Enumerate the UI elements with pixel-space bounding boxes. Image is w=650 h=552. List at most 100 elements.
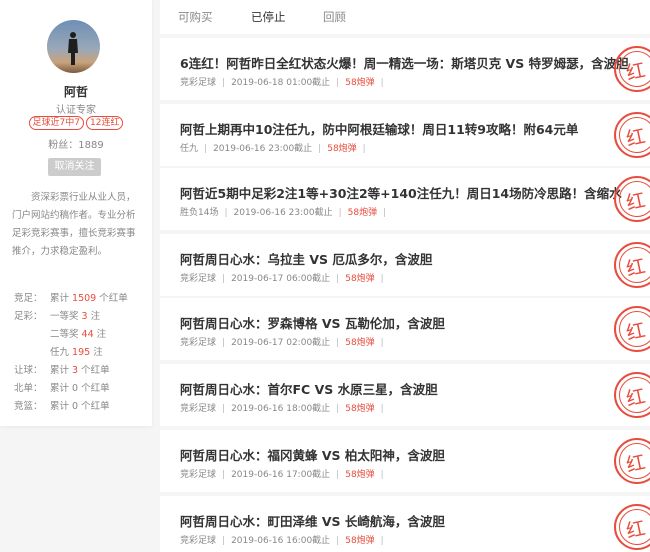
badge-recent-record: 足球近7中7: [28, 116, 84, 130]
stat-value: 累计 0 个红单: [50, 401, 110, 412]
meta-separator: |: [222, 470, 226, 480]
article-category: 竞彩足球: [180, 274, 217, 284]
stat-row-rangqiu: 让球： 累计 3 个红单: [14, 362, 144, 380]
article-tabs: 可购买 已停止 回顾: [160, 0, 650, 34]
stat-row-zucai: 足彩： 一等奖 3 注: [14, 308, 144, 326]
article-card[interactable]: 阿哲上期再中10注任九，防中阿根廷输球！周日11转9攻略！附64元单任九 | 201…: [160, 104, 650, 166]
article-deadline: 2019-06-16 17:00截止: [231, 470, 331, 480]
article-deadline: 2019-06-16 18:00截止: [231, 404, 331, 414]
meta-separator: |: [222, 404, 226, 414]
article-category: 胜负14场: [180, 208, 219, 218]
meta-separator: |: [204, 144, 208, 154]
article-meta: 竞彩足球 | 2019-06-17 06:00截止 | 58炮弹 |: [180, 271, 390, 284]
article-deadline: 2019-06-18 01:00截止: [231, 78, 331, 88]
article-title[interactable]: 阿哲上期再中10注任九，防中阿根廷输球！周日11转9攻略！附64元单: [180, 119, 578, 138]
article-title[interactable]: 阿哲周日心水：首尔FC VS 水原三星，含波胆: [180, 379, 438, 398]
stat-value: 累计 0 个红单: [50, 383, 110, 394]
meta-separator: |: [380, 404, 384, 414]
stat-suffix: 注: [93, 347, 103, 358]
page: 阿哲 认证专家 足球近7中7 12连红 粉丝：1889 取消关注 资深彩票行业从…: [0, 0, 650, 552]
article-category: 竞彩足球: [180, 338, 217, 348]
unfollow-button[interactable]: 取消关注: [48, 158, 101, 176]
article-price: 58炮弹: [345, 338, 375, 348]
article-card[interactable]: 阿哲近5期中足彩2注1等+30注2等+140注任九！周日14场防冷思路！含缩水胜…: [160, 168, 650, 230]
expert-profile-panel: 阿哲 认证专家 足球近7中7 12连红 粉丝：1889 取消关注 资深彩票行业从…: [0, 0, 152, 426]
article-card[interactable]: 阿哲周日心水：町田泽维 VS 长崎航海，含波胆 竞彩足球 | 2019-06-16 1…: [160, 496, 650, 552]
article-price: 58炮弹: [345, 470, 375, 480]
fans-count: 粉丝：1889: [48, 140, 104, 151]
article-card[interactable]: 阿哲周日心水：首尔FC VS 水原三星，含波胆 竞彩足球 | 2019-06-16 1…: [160, 364, 650, 426]
article-title[interactable]: 阿哲周日心水：罗森博格 VS 瓦勒伦加，含波胆: [180, 313, 445, 332]
article-price: 58炮弹: [345, 274, 375, 284]
article-title[interactable]: 阿哲周日心水：福冈黄蜂 VS 柏太阳神，含波胆: [180, 445, 445, 464]
stamp-text: 红: [624, 189, 648, 215]
red-result-stamp-icon: 红: [614, 306, 650, 352]
stamp-text: 红: [624, 385, 648, 411]
meta-separator: |: [222, 274, 226, 284]
meta-separator: |: [336, 404, 340, 414]
article-deadline: 2019-06-16 23:00截止: [213, 144, 313, 154]
avatar-person-silhouette: [68, 32, 78, 65]
red-result-stamp-icon: 红: [614, 46, 650, 92]
stamp-text: 红: [624, 517, 648, 543]
article-meta: 竞彩足球 | 2019-06-16 17:00截止 | 58炮弹 |: [180, 467, 390, 480]
record-stats: 竞足： 累计 1509 个红单 足彩： 一等奖 3 注 二等奖 44 注 任九 …: [14, 290, 144, 416]
stat-row-zucai-second: 二等奖 44 注: [14, 326, 144, 344]
stat-label: 竞足：: [14, 293, 43, 304]
article-deadline: 2019-06-17 06:00截止: [231, 274, 331, 284]
article-meta: 竞彩足球 | 2019-06-16 16:00截止 | 58炮弹 |: [180, 533, 390, 546]
article-card[interactable]: 阿哲周日心水：乌拉圭 VS 厄瓜多尔，含波胆竞彩足球 | 2019-06-17 06…: [160, 234, 650, 296]
red-result-stamp-icon: 红: [614, 372, 650, 418]
article-meta: 竞彩足球 | 2019-06-17 02:00截止 | 58炮弹 |: [180, 335, 390, 348]
meta-separator: |: [222, 536, 226, 546]
article-title[interactable]: 阿哲周日心水：町田泽维 VS 长崎航海，含波胆: [180, 511, 445, 530]
stat-label: 让球：: [14, 365, 43, 376]
article-deadline: 2019-06-17 02:00截止: [231, 338, 331, 348]
red-result-stamp-icon: 红: [614, 242, 650, 288]
article-price: 58炮弹: [327, 144, 357, 154]
red-result-stamp-icon: 红: [614, 112, 650, 158]
article-title[interactable]: 6连红！阿哲昨日全红状态火爆！周一精选一场：斯塔贝克 VS 特罗姆瑟，含波胆: [180, 53, 629, 72]
meta-separator: |: [318, 144, 322, 154]
stat-suffix: 个红单: [81, 365, 110, 376]
meta-separator: |: [336, 78, 340, 88]
stat-suffix: 注: [96, 329, 107, 340]
article-meta: 胜负14场 | 2019-06-16 23:00截止 | 58炮弹 |: [180, 205, 392, 218]
meta-separator: |: [380, 78, 384, 88]
expert-name: 阿哲: [63, 85, 88, 99]
article-category: 竞彩足球: [180, 78, 217, 88]
article-card[interactable]: 阿哲周日心水：福冈黄蜂 VS 柏太阳神，含波胆 竞彩足球 | 2019-06-16 1…: [160, 430, 650, 492]
article-category: 竞彩足球: [180, 536, 217, 546]
stat-suffix: 注: [90, 311, 101, 322]
article-meta: 竞彩足球 | 2019-06-18 01:00截止 | 58炮弹 |: [180, 75, 390, 88]
article-deadline: 2019-06-16 23:00截止: [233, 208, 333, 218]
stat-prefix: 累计: [50, 293, 70, 304]
tab-stopped[interactable]: 已停止: [251, 9, 286, 25]
article-category: 任九: [180, 144, 199, 154]
meta-separator: |: [338, 208, 342, 218]
meta-separator: |: [336, 470, 340, 480]
stat-suffix: 个红单: [99, 293, 128, 304]
red-result-stamp-icon: 红: [614, 438, 650, 484]
meta-separator: |: [336, 536, 340, 546]
achievement-badges: 足球近7中7 12连红: [0, 116, 152, 130]
tab-review[interactable]: 回顾: [323, 9, 346, 25]
avatar[interactable]: [47, 20, 100, 73]
meta-separator: |: [222, 78, 226, 88]
expert-intro: 资深彩票行业从业人员，门户网站约稿作者。专业分析足彩竞彩赛事，擅长竞彩赛事推介，…: [12, 192, 136, 257]
meta-separator: |: [380, 274, 384, 284]
article-card[interactable]: 阿哲周日心水：罗森博格 VS 瓦勒伦加，含波胆竞彩足球 | 2019-06-17 0…: [160, 298, 650, 360]
article-title[interactable]: 阿哲近5期中足彩2注1等+30注2等+140注任九！周日14场防冷思路！含缩水: [180, 183, 622, 202]
stat-prefix: 一等奖: [50, 311, 79, 322]
red-result-stamp-icon: 红: [614, 176, 650, 222]
meta-separator: |: [222, 338, 226, 348]
meta-separator: |: [383, 208, 387, 218]
meta-separator: |: [362, 144, 366, 154]
article-title[interactable]: 阿哲周日心水：乌拉圭 VS 厄瓜多尔，含波胆: [180, 249, 432, 268]
meta-separator: |: [336, 274, 340, 284]
stat-label: 足彩：: [14, 311, 43, 322]
tab-available[interactable]: 可购买: [178, 9, 213, 25]
stat-count: 195: [72, 347, 91, 358]
article-card[interactable]: 6连红！阿哲昨日全红状态火爆！周一精选一场：斯塔贝克 VS 特罗姆瑟，含波胆竞彩…: [160, 38, 650, 100]
stat-row-jingcai: 竞足： 累计 1509 个红单: [14, 290, 144, 308]
